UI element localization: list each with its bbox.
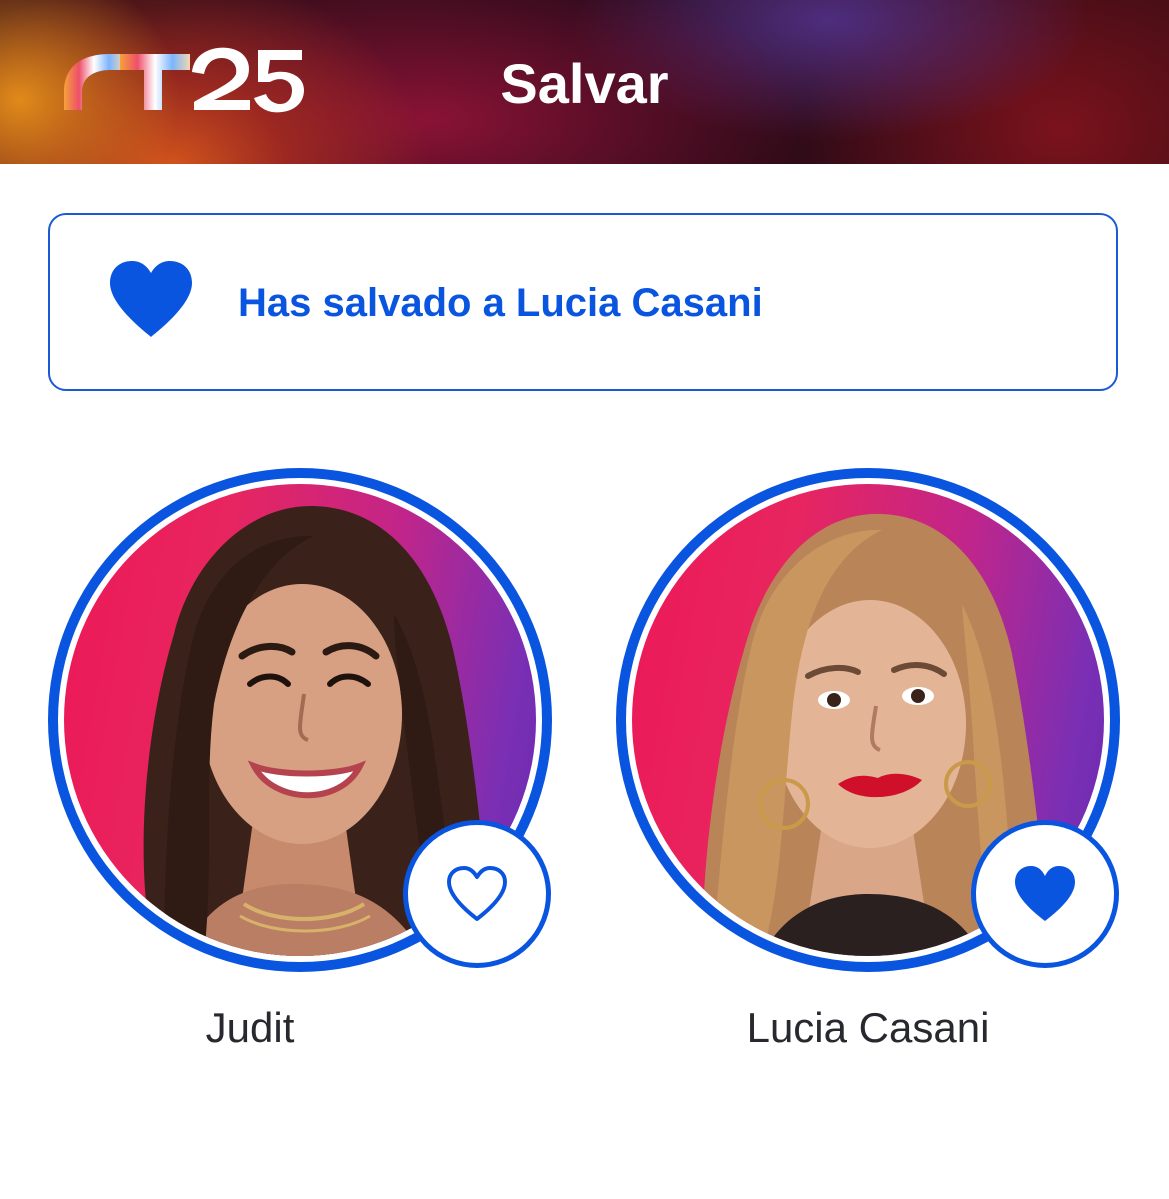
candidate-card-lucia-casani: Lucia Casani xyxy=(616,468,1120,1068)
candidate-name: Judit xyxy=(205,1004,295,1051)
page-title: Salvar xyxy=(500,52,669,115)
candidate-card-judit: Judit xyxy=(48,468,552,1068)
heart-filled-icon xyxy=(1013,865,1077,923)
heart-filled-icon xyxy=(108,259,194,339)
vote-button-lucia-casani[interactable] xyxy=(971,820,1119,968)
saved-message: Has salvado a Lucia Casani xyxy=(238,281,763,325)
saved-confirmation-banner: Has salvado a Lucia Casani xyxy=(48,213,1118,391)
app-header: Salvar xyxy=(0,0,1169,164)
candidate-name: Lucia Casani xyxy=(746,1004,990,1051)
heart-outline-icon xyxy=(445,865,509,923)
vote-button-judit[interactable] xyxy=(403,820,551,968)
